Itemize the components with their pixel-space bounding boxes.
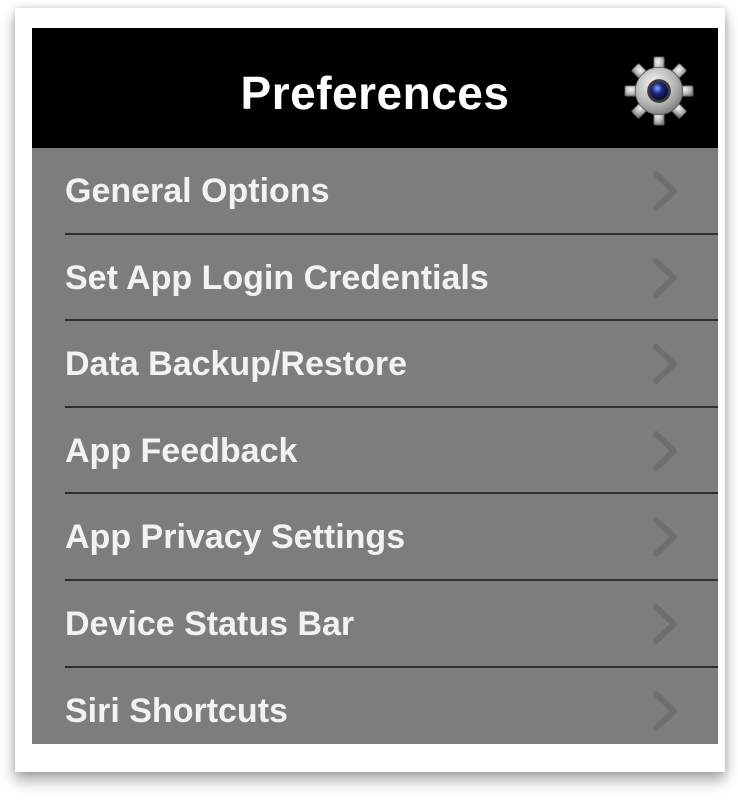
list-item-label: Data Backup/Restore — [65, 345, 408, 384]
list-item-label: General Options — [65, 172, 330, 210]
chevron-right-icon — [653, 257, 677, 298]
list-item-set-app-login-credentials[interactable]: Set App Login Credentials — [32, 235, 718, 322]
chevron-right-icon — [653, 517, 677, 558]
preferences-list: General Options Set App Login Credential… — [32, 148, 718, 744]
list-item-label: Device Status Bar — [65, 604, 355, 643]
list-item-app-privacy-settings[interactable]: App Privacy Settings — [32, 494, 718, 581]
list-item-label: Set App Login Credentials — [65, 258, 489, 297]
chevron-right-icon — [653, 430, 677, 471]
header-bar: Preferences — [32, 28, 718, 148]
list-item-label: App Privacy Settings — [65, 518, 406, 557]
list-item-app-feedback[interactable]: App Feedback — [32, 408, 718, 495]
list-item-general-options[interactable]: General Options — [32, 148, 718, 235]
chevron-right-icon — [653, 690, 677, 731]
preferences-panel: Preferences General Options Set App Logi… — [32, 28, 718, 744]
list-item-data-backup-restore[interactable]: Data Backup/Restore — [32, 321, 718, 408]
list-item-label: App Feedback — [65, 431, 298, 470]
chevron-right-icon — [653, 344, 677, 385]
chevron-right-icon — [653, 171, 677, 211]
list-item-device-status-bar[interactable]: Device Status Bar — [32, 581, 718, 668]
chevron-right-icon — [653, 603, 677, 644]
gear-icon[interactable] — [622, 54, 696, 128]
list-item-label: Siri Shortcuts — [65, 691, 288, 730]
list-item-siri-shortcuts[interactable]: Siri Shortcuts — [32, 668, 718, 744]
page-title: Preferences — [240, 67, 510, 119]
